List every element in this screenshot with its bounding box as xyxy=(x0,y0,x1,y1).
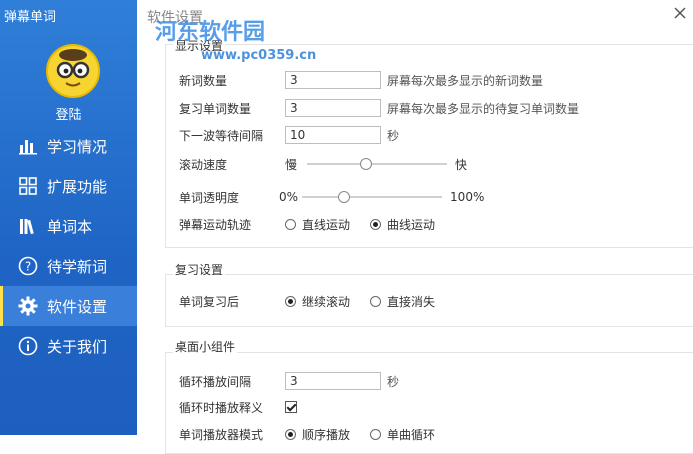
scroll-speed-label: 滚动速度 xyxy=(179,157,228,172)
fast-label: 快 xyxy=(455,157,468,172)
linear-motion-radio[interactable]: 直线运动 xyxy=(285,216,350,233)
sidebar-nav: 学习情况 扩展功能 单词本 ? 待学新词 软件设置 关于我们 xyxy=(0,126,137,366)
loop-definition-checkbox[interactable] xyxy=(285,401,297,413)
sidebar-item-label: 关于我们 xyxy=(47,337,108,356)
review-words-hint: 屏幕每次最多显示的待复习单词数量 xyxy=(387,101,580,116)
opacity-min-label: 0% xyxy=(279,190,299,204)
question-icon: ? xyxy=(17,255,39,277)
close-icon[interactable] xyxy=(673,6,687,20)
opacity-label: 单词透明度 xyxy=(179,190,240,205)
single-loop-label: 单曲循环 xyxy=(387,427,436,442)
sidebar-item-study-status[interactable]: 学习情况 xyxy=(0,126,137,166)
review-settings-title: 复习设置 xyxy=(173,261,226,278)
linear-motion-label: 直线运动 xyxy=(302,217,351,232)
avatar[interactable] xyxy=(46,44,100,98)
sidebar-item-label: 单词本 xyxy=(47,217,93,236)
wave-interval-row: 下一波等待间隔 10 秒 xyxy=(179,125,399,145)
gear-icon xyxy=(17,295,39,317)
review-words-input[interactable]: 3 xyxy=(285,99,381,117)
sidebar-item-label: 待学新词 xyxy=(47,257,108,276)
review-words-row: 复习单词数量 3 屏幕每次最多显示的待复习单词数量 xyxy=(179,98,579,118)
sidebar-item-extensions[interactable]: 扩展功能 xyxy=(0,166,137,206)
single-loop-radio[interactable]: 单曲循环 xyxy=(370,426,435,443)
login-link[interactable]: 登陆 xyxy=(0,104,137,123)
slow-label: 慢 xyxy=(285,157,298,172)
sidebar-item-about[interactable]: 关于我们 xyxy=(0,326,137,366)
new-words-row: 新词数量 3 屏幕每次最多显示的新词数量 xyxy=(179,70,543,90)
sidebar-item-new-words[interactable]: ? 待学新词 xyxy=(0,246,137,286)
new-words-label: 新词数量 xyxy=(179,73,228,88)
scroll-speed-thumb[interactable] xyxy=(359,158,372,170)
wave-interval-input[interactable]: 10 xyxy=(285,126,381,144)
sidebar: 弹幕单词 登陆 学习情况 扩展功能 单词本 ? 待学新词 软件设置 关于我们 xyxy=(0,0,137,435)
opacity-row: 单词透明度 0% 100% xyxy=(179,187,484,207)
curve-motion-label: 曲线运动 xyxy=(387,217,436,232)
loop-interval-unit: 秒 xyxy=(387,374,400,389)
player-mode-label: 单词播放器模式 xyxy=(179,427,264,442)
watermark-url: www.pc0359.cn xyxy=(201,48,317,63)
sequential-play-radio[interactable]: 顺序播放 xyxy=(285,426,350,443)
books-icon xyxy=(17,215,39,237)
curve-motion-radio[interactable]: 曲线运动 xyxy=(370,216,435,233)
sidebar-item-label: 软件设置 xyxy=(47,297,108,316)
sidebar-item-label: 扩展功能 xyxy=(47,177,108,196)
sidebar-item-settings[interactable]: 软件设置 xyxy=(0,286,137,326)
loop-interval-row: 循环播放间隔 3 秒 xyxy=(179,371,399,391)
disappear-label: 直接消失 xyxy=(387,294,436,309)
opacity-thumb[interactable] xyxy=(338,191,351,203)
wave-interval-unit: 秒 xyxy=(387,128,400,143)
info-icon xyxy=(17,335,39,357)
svg-text:?: ? xyxy=(25,260,31,274)
app-title: 弹幕单词 xyxy=(4,10,57,25)
opacity-max-label: 100% xyxy=(450,190,485,204)
player-mode-row: 单词播放器模式 顺序播放 单曲循环 xyxy=(179,424,455,444)
disappear-radio[interactable]: 直接消失 xyxy=(370,293,435,310)
keep-scrolling-radio[interactable]: 继续滚动 xyxy=(285,293,350,310)
after-review-label: 单词复习后 xyxy=(179,294,240,309)
after-review-row: 单词复习后 继续滚动 直接消失 xyxy=(179,291,455,311)
loop-interval-input[interactable]: 3 xyxy=(285,372,381,390)
new-words-hint: 屏幕每次最多显示的新词数量 xyxy=(387,73,544,88)
trajectory-label: 弹幕运动轨迹 xyxy=(179,217,252,232)
scroll-speed-slider[interactable] xyxy=(307,158,447,170)
sequential-play-label: 顺序播放 xyxy=(302,427,351,442)
loop-definition-row: 循环时播放释义 xyxy=(179,397,297,417)
opacity-slider[interactable] xyxy=(302,191,443,203)
grid-icon xyxy=(17,175,39,197)
settings-panel: 软件设置 显示设置 新词数量 3 屏幕每次最多显示的新词数量 复习单词数量 3 … xyxy=(137,0,693,454)
keep-scrolling-label: 继续滚动 xyxy=(302,294,351,309)
new-words-input[interactable]: 3 xyxy=(285,71,381,89)
review-words-label: 复习单词数量 xyxy=(179,101,252,116)
loop-interval-label: 循环播放间隔 xyxy=(179,374,252,389)
watermark-text: 河东软件园 xyxy=(155,19,266,45)
sidebar-item-label: 学习情况 xyxy=(47,137,108,156)
sidebar-item-wordbook[interactable]: 单词本 xyxy=(0,206,137,246)
wave-interval-label: 下一波等待间隔 xyxy=(179,128,264,143)
bar-chart-icon xyxy=(17,135,39,157)
desktop-widget-title: 桌面小组件 xyxy=(173,338,238,355)
trajectory-row: 弹幕运动轨迹 直线运动 曲线运动 xyxy=(179,214,455,234)
scroll-speed-row: 滚动速度 慢 快 xyxy=(179,154,467,174)
loop-definition-label: 循环时播放释义 xyxy=(179,400,264,415)
